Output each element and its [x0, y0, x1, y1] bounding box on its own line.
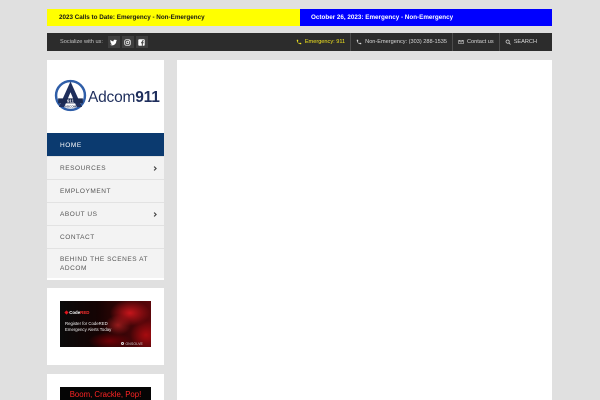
emergency-phone-link[interactable]: Emergency: 911: [291, 33, 350, 51]
emblem-caption-text: ADCOM: [65, 105, 77, 109]
logo-wordmark-bold: 911: [135, 89, 160, 106]
fireworks-widget: Boom, Crackle, Pop!: [47, 374, 164, 400]
main-content: [177, 60, 552, 400]
nav-item-label: RESOURCES: [60, 164, 107, 172]
nav-item-behind-the-scenes[interactable]: BEHIND THE SCENES AT ADCOM: [47, 248, 164, 278]
calls-to-date-banner[interactable]: 2023 Calls to Date: Emergency - Non-Emer…: [47, 9, 300, 26]
envelope-icon: [458, 39, 464, 45]
chevron-right-icon: [153, 165, 157, 171]
phone-icon: [356, 39, 362, 45]
nav-item-label: EMPLOYMENT: [60, 187, 112, 195]
codered-brand-code: Code: [69, 310, 81, 315]
codered-headline-1: Register for CodeRED: [65, 320, 108, 326]
non-emergency-phone-label: Non-Emergency: (303) 288-1535: [365, 39, 447, 45]
sidebar: 911 ADCOM Adcom911 HOME RESOURCES EMPLOY…: [47, 60, 164, 280]
nav-item-home[interactable]: HOME: [47, 133, 164, 156]
twitter-icon[interactable]: [107, 36, 120, 48]
fireworks-banner[interactable]: Boom, Crackle, Pop!: [60, 387, 151, 400]
search-label: SEARCH: [513, 39, 537, 45]
non-emergency-phone-link[interactable]: Non-Emergency: (303) 288-1535: [350, 33, 452, 51]
nav-item-label: CONTACT: [60, 233, 95, 241]
daily-calls-text: October 26, 2023: Emergency - Non-Emerge…: [311, 14, 454, 21]
daily-calls-banner[interactable]: October 26, 2023: Emergency - Non-Emerge…: [300, 9, 552, 26]
top-links: Emergency: 911 Non-Emergency: (303) 288-…: [291, 33, 542, 51]
nav-item-label: ABOUT US: [60, 210, 98, 218]
codered-headline-2: Emergency Alerts Today: [65, 327, 112, 332]
logo-wordmark: Adcom911: [88, 89, 160, 107]
nav-item-label: BEHIND THE SCENES AT ADCOM: [60, 255, 148, 272]
emblem-band-text: 911: [67, 98, 75, 103]
nav-item-resources[interactable]: RESOURCES: [47, 156, 164, 179]
social-label: Socialize with us:: [60, 39, 103, 45]
codered-logo: Code RED: [64, 310, 90, 315]
nav-item-employment[interactable]: EMPLOYMENT: [47, 179, 164, 202]
nav-item-label: HOME: [60, 141, 82, 149]
onsolve-logo: ONSOLVE: [120, 341, 143, 346]
onsolve-logo-icon: [120, 341, 125, 346]
onsolve-label: ONSOLVE: [125, 341, 143, 346]
emergency-phone-label: Emergency: 911: [304, 39, 346, 45]
nav-item-contact[interactable]: CONTACT: [47, 225, 164, 248]
social-icons: [107, 36, 150, 48]
top-bar: Socialize with us: Emergency: 911 Non-Em…: [47, 33, 552, 51]
search-button[interactable]: SEARCH: [498, 33, 542, 51]
adcom-emblem-logo: 911 ADCOM: [54, 79, 87, 112]
contact-us-link[interactable]: Contact us: [451, 33, 499, 51]
main-nav: HOME RESOURCES EMPLOYMENT ABOUT US CONTA…: [47, 133, 164, 278]
calls-to-date-text: 2023 Calls to Date: Emergency - Non-Emer…: [59, 14, 205, 21]
chevron-right-icon: [153, 211, 157, 217]
codered-banner[interactable]: Code RED Register for CodeRED Emergency A…: [60, 301, 151, 347]
search-icon: [505, 39, 511, 45]
alert-diamond-icon: [64, 310, 69, 315]
contact-us-label: Contact us: [466, 39, 494, 45]
facebook-icon[interactable]: [135, 36, 148, 48]
instagram-icon[interactable]: [121, 36, 134, 48]
codered-widget: Code RED Register for CodeRED Emergency A…: [47, 288, 164, 365]
phone-icon: [296, 39, 302, 45]
logo-wordmark-regular: Adcom: [88, 89, 136, 106]
codered-brand-red: RED: [80, 310, 90, 315]
fireworks-banner-text: Boom, Crackle, Pop!: [69, 390, 142, 399]
nav-item-about-us[interactable]: ABOUT US: [47, 202, 164, 225]
site-logo[interactable]: 911 ADCOM Adcom911: [47, 60, 164, 133]
